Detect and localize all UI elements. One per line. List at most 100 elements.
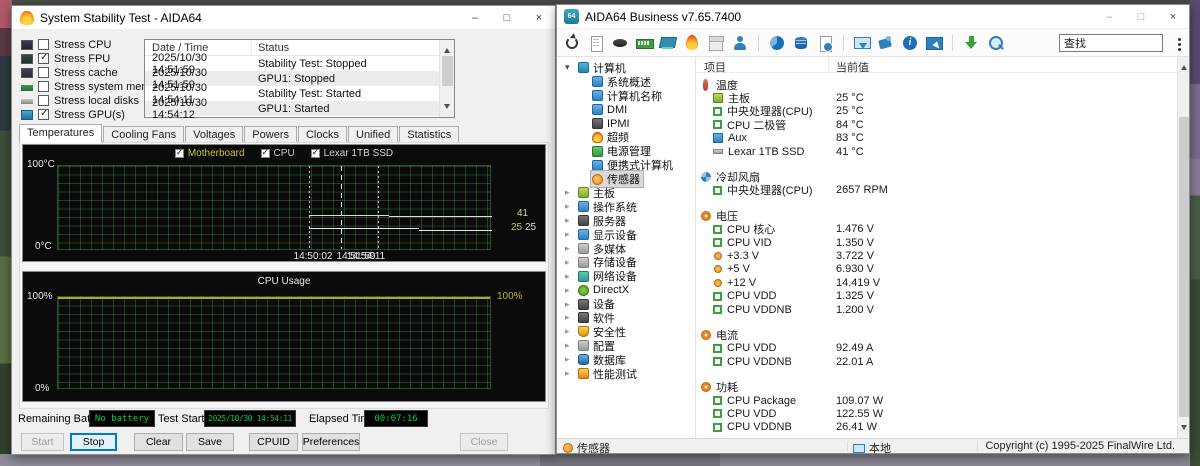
sensor-row[interactable]: +12 V 14.419 V xyxy=(696,276,1177,289)
column-value[interactable]: 当前值 xyxy=(836,59,869,75)
clear-button[interactable]: Clear xyxy=(134,433,183,451)
tree-item[interactable]: DMI xyxy=(557,103,695,117)
tree-expand-arrow-icon[interactable] xyxy=(565,354,577,365)
tab[interactable]: Statistics xyxy=(399,126,459,143)
sensor-row[interactable]: CPU VDD 1.325 V xyxy=(696,289,1177,302)
report-icon[interactable] xyxy=(587,34,605,52)
tab[interactable]: Voltages xyxy=(185,126,243,143)
tree-item[interactable]: 存储设备 xyxy=(557,255,695,269)
sensor-row[interactable]: CPU VDD 122.55 W xyxy=(696,407,1177,420)
tab[interactable]: Temperatures xyxy=(19,124,102,143)
close-button[interactable]: × xyxy=(523,6,555,29)
sensor-row[interactable]: 电流 xyxy=(696,328,1177,341)
panel-scroll-thumb[interactable] xyxy=(1179,117,1189,417)
tree-expand-arrow-icon[interactable] xyxy=(565,285,577,296)
scroll-up-icon[interactable] xyxy=(1181,62,1187,70)
tree-item[interactable]: 软件 xyxy=(557,311,695,325)
tree-expand-arrow-icon[interactable] xyxy=(565,62,577,73)
tree-item[interactable]: 多媒体 xyxy=(557,242,695,256)
tree-item[interactable]: 配置 xyxy=(557,339,695,353)
tree-item[interactable]: 系统概述 xyxy=(557,75,695,89)
tree-expand-arrow-icon[interactable] xyxy=(565,312,577,323)
tree-item[interactable]: 操作系统 xyxy=(557,200,695,214)
cpu-icon[interactable] xyxy=(611,34,629,52)
log-scrollbar[interactable] xyxy=(439,40,454,117)
sensor-row[interactable]: +5 V 6.930 V xyxy=(696,263,1177,276)
tree-expand-arrow-icon[interactable] xyxy=(565,340,577,351)
scroll-down-icon[interactable] xyxy=(444,104,450,112)
scroll-down-icon[interactable] xyxy=(1181,425,1187,433)
stress-checkbox[interactable] xyxy=(38,39,49,50)
menu-dots-icon[interactable] xyxy=(1178,38,1181,41)
sensor-row[interactable] xyxy=(696,368,1177,380)
tree-expand-arrow-icon[interactable] xyxy=(565,368,577,379)
refresh-icon[interactable] xyxy=(563,34,581,52)
tree-expand-arrow-icon[interactable] xyxy=(565,271,577,282)
preferences-button[interactable]: Preferences xyxy=(302,433,360,451)
tree-expand-arrow-icon[interactable] xyxy=(565,326,577,337)
remote-control-icon[interactable] xyxy=(925,34,943,52)
sensor-row[interactable]: CPU VID 1.350 V xyxy=(696,236,1177,249)
sensor-row[interactable]: CPU VDDNB 1.200 V xyxy=(696,303,1177,316)
download-icon[interactable] xyxy=(962,34,980,52)
package-icon[interactable] xyxy=(707,34,725,52)
log-column-status[interactable]: Status xyxy=(252,42,289,54)
sensor-row[interactable]: Aux 83 °C xyxy=(696,132,1177,145)
tree-item[interactable]: DirectX xyxy=(557,283,695,297)
legend-checkbox[interactable] xyxy=(311,149,320,158)
tree-expand-arrow-icon[interactable] xyxy=(565,257,577,268)
stress-window-titlebar[interactable]: System Stability Test - AIDA64 – □ × xyxy=(12,6,555,30)
close-button[interactable]: × xyxy=(1157,5,1189,28)
legend-checkbox[interactable] xyxy=(175,149,184,158)
tree-item[interactable]: 传感器 xyxy=(557,172,695,186)
legend-checkbox[interactable] xyxy=(261,149,270,158)
panel-scrollbar[interactable] xyxy=(1177,57,1189,438)
user-icon[interactable] xyxy=(731,34,749,52)
tab[interactable]: Powers xyxy=(244,126,297,143)
stress-checkbox[interactable] xyxy=(38,67,49,78)
sensor-row[interactable]: CPU VDD 92.49 A xyxy=(696,342,1177,355)
tree-item[interactable]: IPMI xyxy=(557,117,695,131)
tree-item[interactable]: 数据库 xyxy=(557,353,695,367)
sensor-row[interactable]: 功耗 xyxy=(696,380,1177,393)
stop-button[interactable]: Stop xyxy=(70,433,117,451)
column-item[interactable]: 项目 xyxy=(704,59,726,75)
report-schedule-icon[interactable] xyxy=(816,34,834,52)
minimize-button[interactable]: – xyxy=(1093,5,1125,28)
legend-item[interactable]: CPU xyxy=(261,148,295,159)
sensor-row[interactable]: CPU VDDNB 26.41 W xyxy=(696,421,1177,434)
tab[interactable]: Clocks xyxy=(298,126,347,143)
start-button[interactable]: Start xyxy=(21,433,64,451)
sensor-row[interactable] xyxy=(696,197,1177,209)
tree-item[interactable]: 计算机 xyxy=(557,61,695,75)
stress-checkbox[interactable] xyxy=(38,109,49,120)
column-separator[interactable] xyxy=(828,59,829,70)
search-input[interactable] xyxy=(1059,34,1163,52)
tree-item[interactable]: 计算机名称 xyxy=(557,89,695,103)
tree-item[interactable]: 电源管理 xyxy=(557,144,695,158)
scroll-up-icon[interactable] xyxy=(444,45,450,53)
sensor-row[interactable]: 温度 xyxy=(696,78,1177,91)
log-scroll-thumb[interactable] xyxy=(442,56,453,86)
minimize-button[interactable]: – xyxy=(459,6,491,29)
sensor-row[interactable] xyxy=(696,158,1177,170)
tree-item[interactable]: 网络设备 xyxy=(557,269,695,283)
tree-item[interactable]: 安全性 xyxy=(557,325,695,339)
sensor-row[interactable]: CPU 核心 1.476 V xyxy=(696,223,1177,236)
tree-expand-arrow-icon[interactable] xyxy=(565,201,577,212)
stress-checkbox[interactable] xyxy=(38,95,49,106)
tab[interactable]: Cooling Fans xyxy=(103,126,184,143)
sensor-row[interactable]: CPU Package 109.07 W xyxy=(696,394,1177,407)
sensor-row[interactable] xyxy=(696,316,1177,328)
zoom-icon[interactable] xyxy=(986,34,1004,52)
tree-item[interactable]: 超频 xyxy=(557,130,695,144)
tree-expand-arrow-icon[interactable] xyxy=(565,187,577,198)
database-icon[interactable] xyxy=(792,34,810,52)
connect-icon[interactable] xyxy=(877,34,895,52)
remote-monitor-icon[interactable] xyxy=(853,34,871,52)
stress-checkbox[interactable] xyxy=(38,53,49,64)
maximize-button[interactable]: □ xyxy=(491,6,523,29)
maximize-button[interactable]: □ xyxy=(1125,5,1157,28)
tree-expand-arrow-icon[interactable] xyxy=(565,215,577,226)
info-icon[interactable] xyxy=(901,34,919,52)
